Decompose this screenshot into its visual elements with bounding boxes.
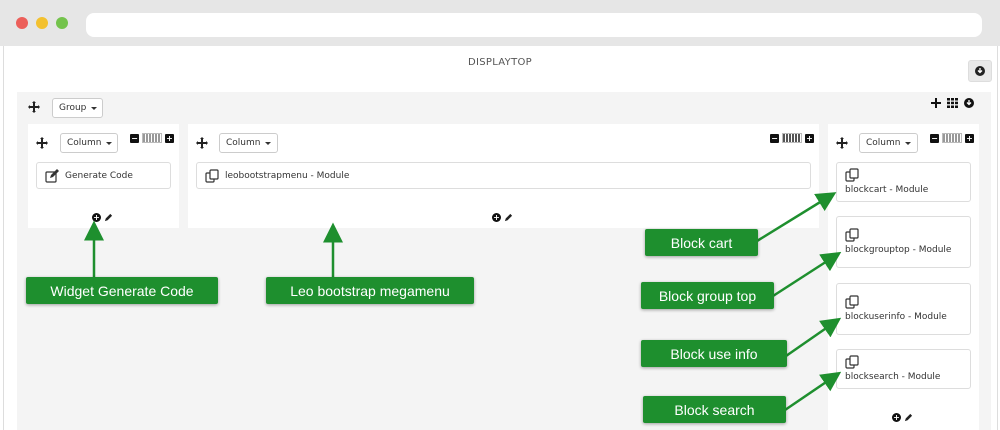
column-2-dropdown-label: Column	[226, 138, 261, 148]
column-2-footer-tools: +	[492, 213, 513, 222]
widget-blockcart[interactable]: blockcart - Module	[836, 162, 971, 202]
maximize-window-dot[interactable]	[56, 17, 68, 29]
callout-widget-generate-code: Widget Generate Code	[26, 277, 218, 304]
column-1-dropdown-button[interactable]: Column	[60, 133, 118, 153]
plus-icon[interactable]: +	[965, 133, 974, 143]
pencil-icon[interactable]	[904, 413, 913, 422]
copy-icon	[845, 355, 859, 369]
column-3-dropdown-button[interactable]: Column	[859, 133, 918, 153]
add-widget-plus-icon[interactable]: +	[92, 213, 101, 222]
widget-label: Generate Code	[65, 170, 133, 181]
column-3-dropdown-label: Column	[866, 138, 901, 148]
column-1-footer-tools: +	[92, 213, 113, 222]
widget-label: leobootstrapmenu - Module	[225, 170, 350, 181]
close-window-dot[interactable]	[16, 17, 28, 29]
add-widget-plus-icon[interactable]: +	[492, 213, 501, 222]
browser-toolbar	[0, 0, 1000, 46]
copy-icon	[845, 168, 859, 182]
column-2-width-controls: − +	[770, 133, 814, 143]
download-icon	[975, 66, 985, 76]
address-bar[interactable]	[86, 13, 982, 37]
column-2-move-icon[interactable]	[196, 137, 208, 149]
column-3-footer-tools: +	[892, 413, 913, 422]
widget-label: blockuserinfo - Module	[845, 312, 947, 322]
minus-icon[interactable]: −	[930, 133, 939, 143]
column-2-dropdown-button[interactable]: Column	[219, 133, 278, 153]
caret-down-icon	[91, 106, 98, 110]
add-widget-plus-icon[interactable]: +	[892, 413, 901, 422]
copy-icon	[205, 168, 219, 183]
pencil-icon[interactable]	[504, 213, 513, 222]
widget-generate-code[interactable]: Generate Code	[36, 162, 171, 189]
callout-block-use-info: Block use info	[641, 340, 787, 367]
column-1-width-controls: − +	[130, 133, 174, 143]
column-width-indicator	[782, 133, 802, 143]
group-move-icon[interactable]	[28, 101, 40, 113]
minus-icon[interactable]: −	[130, 133, 139, 143]
edit-icon	[45, 168, 59, 183]
widget-label: blockgrouptop - Module	[845, 245, 952, 255]
column-1-move-icon[interactable]	[36, 137, 48, 149]
widget-label: blockcart - Module	[845, 185, 929, 195]
column-3-move-icon[interactable]	[836, 137, 848, 149]
hook-download-button[interactable]	[968, 60, 992, 82]
caret-down-icon	[265, 141, 272, 145]
grid-icon[interactable]	[947, 98, 958, 108]
callout-block-group-top: Block group top	[641, 282, 774, 309]
widget-blockuserinfo[interactable]: blockuserinfo - Module	[836, 283, 971, 335]
widget-label: blocksearch - Module	[845, 372, 941, 382]
column-3-width-controls: − +	[930, 133, 974, 143]
minus-icon[interactable]: −	[770, 133, 779, 143]
column-width-indicator	[942, 133, 962, 143]
widget-blockgrouptop[interactable]: blockgrouptop - Module	[836, 216, 971, 268]
caret-down-icon	[106, 141, 113, 145]
column-1-dropdown-label: Column	[67, 138, 102, 148]
pencil-icon[interactable]	[104, 213, 113, 222]
page-title: DISPLAYTOP	[467, 57, 532, 68]
add-column-plus-icon[interactable]	[931, 98, 941, 108]
group-dropdown-button[interactable]: Group	[52, 98, 103, 118]
caret-down-icon	[905, 141, 912, 145]
callout-leo-bootstrap-megamenu: Leo bootstrap megamenu	[266, 277, 474, 304]
column-width-indicator	[142, 133, 162, 143]
minimize-window-dot[interactable]	[36, 17, 48, 29]
copy-icon	[845, 228, 859, 242]
widget-leobootstrapmenu[interactable]: leobootstrapmenu - Module	[196, 162, 811, 189]
download-icon[interactable]	[964, 98, 974, 108]
copy-icon	[845, 295, 859, 309]
group-tools	[931, 98, 974, 108]
widget-blocksearch[interactable]: blocksearch - Module	[836, 349, 971, 389]
group-dropdown-label: Group	[59, 103, 87, 113]
callout-block-cart: Block cart	[645, 229, 758, 256]
plus-icon[interactable]: +	[165, 133, 174, 143]
plus-icon[interactable]: +	[805, 133, 814, 143]
callout-block-search: Block search	[643, 396, 786, 423]
